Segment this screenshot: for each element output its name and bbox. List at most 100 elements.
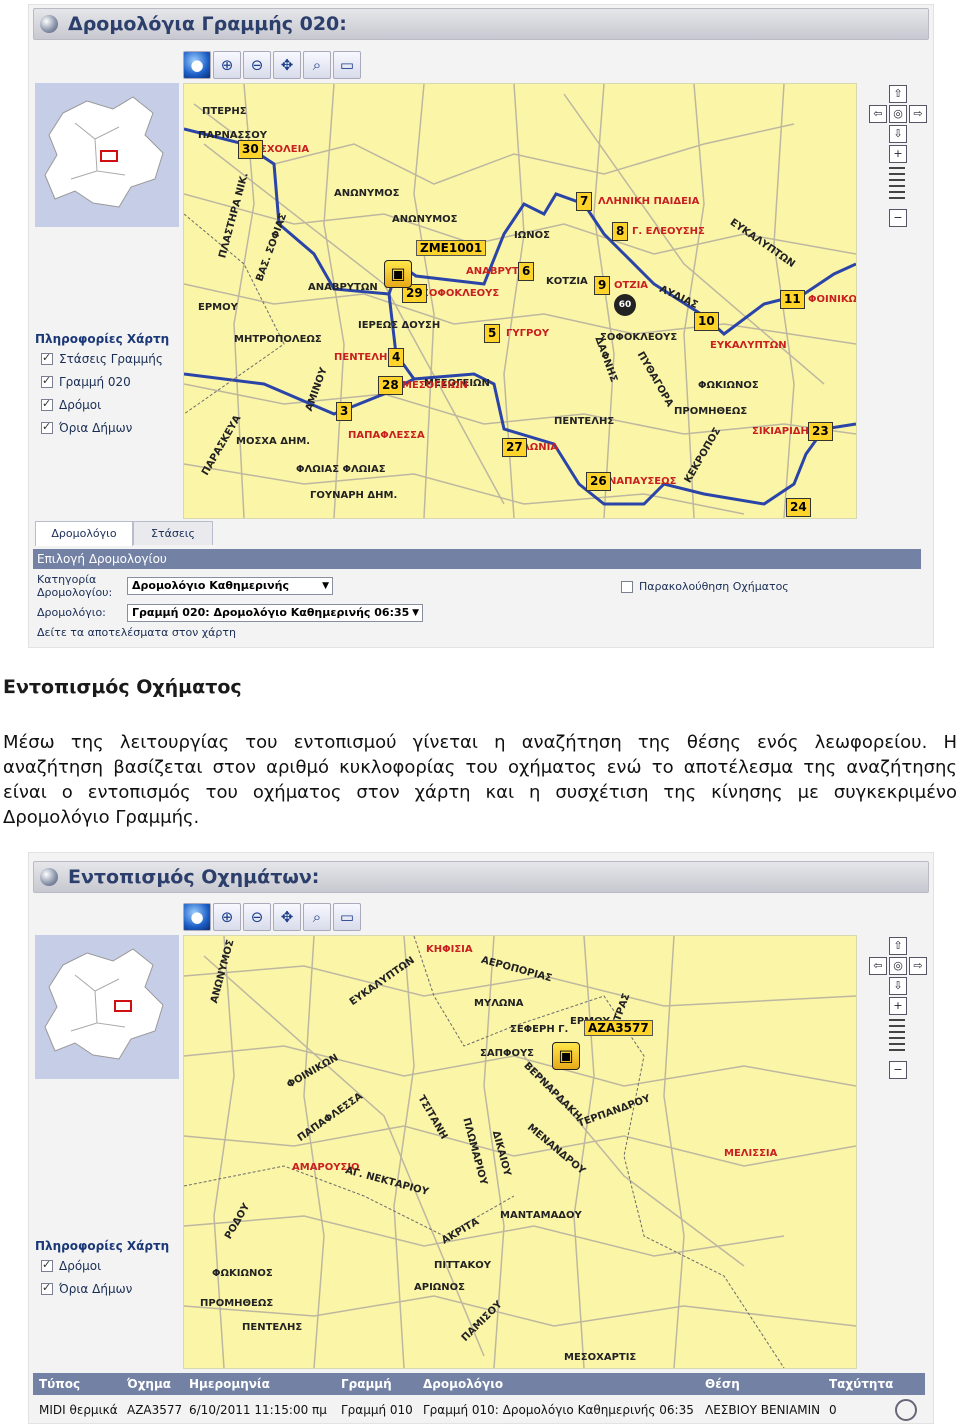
col-route[interactable]: Δρομολόγιο [423, 1373, 503, 1395]
globe-icon[interactable]: ● [183, 51, 211, 79]
pan-center-icon[interactable]: ◎ [889, 105, 907, 123]
layer-roads[interactable]: Δρόμοι [41, 1258, 101, 1273]
zoom-plus-icon[interactable]: + [889, 997, 907, 1015]
zoom-window-icon[interactable]: ⌕ [303, 51, 331, 79]
stop-marker[interactable]: 30 [238, 140, 263, 159]
layer-boundaries[interactable]: Όρια Δήμων [41, 1281, 132, 1296]
pan-down-icon[interactable]: ⇩ [889, 125, 907, 143]
col-position[interactable]: Θέση [705, 1373, 740, 1395]
pan-left-icon[interactable]: ⇦ [869, 105, 887, 123]
locate-magnifier-icon[interactable] [895, 1399, 917, 1421]
cell-line: Γραμμή 010 [341, 1403, 413, 1417]
layer-line[interactable]: Γραμμή 020 [41, 374, 131, 389]
pan-icon[interactable]: ✥ [273, 51, 301, 79]
street-label: ΑΡΙΩΝΟΣ [414, 1282, 465, 1293]
zoom-plus-icon[interactable]: + [889, 145, 907, 163]
category-label-2: Δρομολογίου: [37, 586, 113, 599]
table-row[interactable]: MIDI θερμικά AZA3577 6/10/2011 11:15:00 … [33, 1399, 925, 1421]
pan-center-icon[interactable]: ◎ [889, 957, 907, 975]
pan-left-icon[interactable]: ⇦ [869, 957, 887, 975]
col-vehicle[interactable]: Όχημα [127, 1373, 171, 1395]
stop-marker[interactable]: 26 [586, 472, 611, 491]
zoom-out-icon[interactable]: ⊖ [243, 903, 271, 931]
pan-up-icon[interactable]: ⇧ [889, 85, 907, 103]
tab-route[interactable]: Δρομολόγιο [35, 521, 133, 546]
zoom-level-tick[interactable] [889, 1037, 905, 1039]
stop-marker[interactable]: 8 [612, 222, 629, 241]
street-label: ΑΝΩΝΥΜΟΣ [334, 188, 400, 199]
layer-stops[interactable]: Στάσεις Γραμμής [41, 351, 163, 366]
stop-marker[interactable]: 6 [518, 262, 535, 281]
route-label: ΓΥΓΡΟΥ [506, 328, 550, 339]
zoom-out-icon[interactable]: ⊖ [243, 51, 271, 79]
zoom-minus-icon[interactable]: − [889, 209, 907, 227]
zoom-level-tick[interactable] [889, 1025, 905, 1027]
layer-checkbox[interactable] [41, 351, 53, 365]
zoom-level-tick[interactable] [889, 1019, 905, 1021]
stop-marker[interactable]: 3 [336, 402, 353, 421]
zoom-level-tick[interactable] [889, 1049, 905, 1051]
category-select[interactable]: Δρομολόγιο Καθημερινής ▼ [127, 577, 333, 595]
stop-marker[interactable]: 11 [780, 290, 805, 309]
route-select[interactable]: Γραμμή 020: Δρομολόγιο Καθημερινής 06:35… [127, 604, 423, 622]
pan-right-icon[interactable]: ⇨ [909, 105, 927, 123]
zoom-minus-icon[interactable]: − [889, 1061, 907, 1079]
stop-marker[interactable]: 7 [576, 192, 593, 211]
layer-checkbox[interactable] [41, 397, 53, 411]
layer-checkbox[interactable] [41, 1258, 53, 1272]
zoom-in-icon[interactable]: ⊕ [213, 51, 241, 79]
measure-icon[interactable]: ▭ [333, 903, 361, 931]
layer-roads[interactable]: Δρόμοι [41, 397, 101, 412]
stop-marker[interactable]: 24 [786, 498, 811, 517]
zoom-window-icon[interactable]: ⌕ [303, 903, 331, 931]
overview-map[interactable] [35, 935, 179, 1079]
col-type[interactable]: Τύπος [39, 1373, 80, 1395]
route-map[interactable]: ΠΤΕΡΗΣ ΠΑΡΝΑΣΣΟΥ ΠΛΑΣΤΗΡΑ ΝΙΚ. ΒΑΣ. ΣΟΦΙ… [183, 83, 857, 519]
pan-right-icon[interactable]: ⇨ [909, 957, 927, 975]
zoom-level-tick[interactable] [889, 179, 905, 181]
section-heading: Εντοπισμός Οχήματος [3, 676, 242, 698]
stop-marker[interactable]: 9 [594, 276, 611, 295]
stop-marker[interactable]: 5 [484, 324, 501, 343]
vehicle-map[interactable]: ΚΗΦΙΣΙΑ ΑΜΑΡΟΥΣΙΟ ΜΕΛΙΣΣΙΑ ΑΝΩΝΥΜΟΣ ΕΥΚΑ… [183, 935, 857, 1369]
layer-boundaries[interactable]: Όρια Δήμων [41, 420, 132, 435]
tab-stops[interactable]: Στάσεις [133, 521, 213, 545]
zoom-in-icon[interactable]: ⊕ [213, 903, 241, 931]
globe-icon[interactable]: ● [183, 903, 211, 931]
bus-icon[interactable]: ▣ [384, 260, 412, 288]
street-label: ΑΝΩΝΥΜΟΣ [392, 214, 458, 225]
pan-icon[interactable]: ✥ [273, 903, 301, 931]
prose-line: Δρομολόγιο Γραμμής. [3, 807, 200, 828]
measure-icon[interactable]: ▭ [333, 51, 361, 79]
col-speed[interactable]: Ταχύτητα [829, 1373, 893, 1395]
pan-down-icon[interactable]: ⇩ [889, 977, 907, 995]
zoom-level-tick[interactable] [889, 1043, 905, 1045]
stop-marker[interactable]: 28 [378, 376, 403, 395]
zoom-level-tick[interactable] [889, 191, 905, 193]
col-line[interactable]: Γραμμή [341, 1373, 392, 1395]
street-label: ΜΟΣΧΑ ΔΗΜ. [236, 436, 311, 447]
zoom-level-tick[interactable] [889, 185, 905, 187]
route-label: ΦΟΙΝΙΚΩΝ [808, 294, 857, 305]
vehicle-plate: AZA3577 [584, 1020, 653, 1036]
pan-up-icon[interactable]: ⇧ [889, 937, 907, 955]
route-label: ΕΥΚΑΛΥΠΤΩΝ [710, 340, 787, 351]
bus-icon[interactable]: ▣ [552, 1042, 580, 1070]
zoom-level-tick[interactable] [889, 167, 905, 169]
stop-marker[interactable]: 23 [808, 422, 833, 441]
layer-checkbox[interactable] [41, 374, 53, 388]
track-vehicle-option[interactable]: Παρακολούθηση Οχήματος [621, 580, 789, 593]
zoom-level-tick[interactable] [889, 1031, 905, 1033]
stop-marker[interactable]: 27 [502, 438, 527, 457]
zoom-level-tick[interactable] [889, 173, 905, 175]
layer-checkbox[interactable] [41, 420, 53, 434]
zoom-level-tick[interactable] [889, 197, 905, 199]
col-date[interactable]: Ημερομηνία [189, 1373, 270, 1395]
layer-checkbox[interactable] [41, 1281, 53, 1295]
stop-marker[interactable]: 4 [388, 348, 405, 367]
overview-map[interactable] [35, 83, 179, 227]
street-label: ΠΕΝΤΕΛΗΣ [242, 1322, 303, 1333]
track-vehicle-checkbox[interactable] [621, 580, 633, 593]
zoom-control: ⇧ ⇦ ◎ ⇨ ⇩ + − [869, 85, 927, 235]
stop-marker[interactable]: 10 [694, 312, 719, 331]
